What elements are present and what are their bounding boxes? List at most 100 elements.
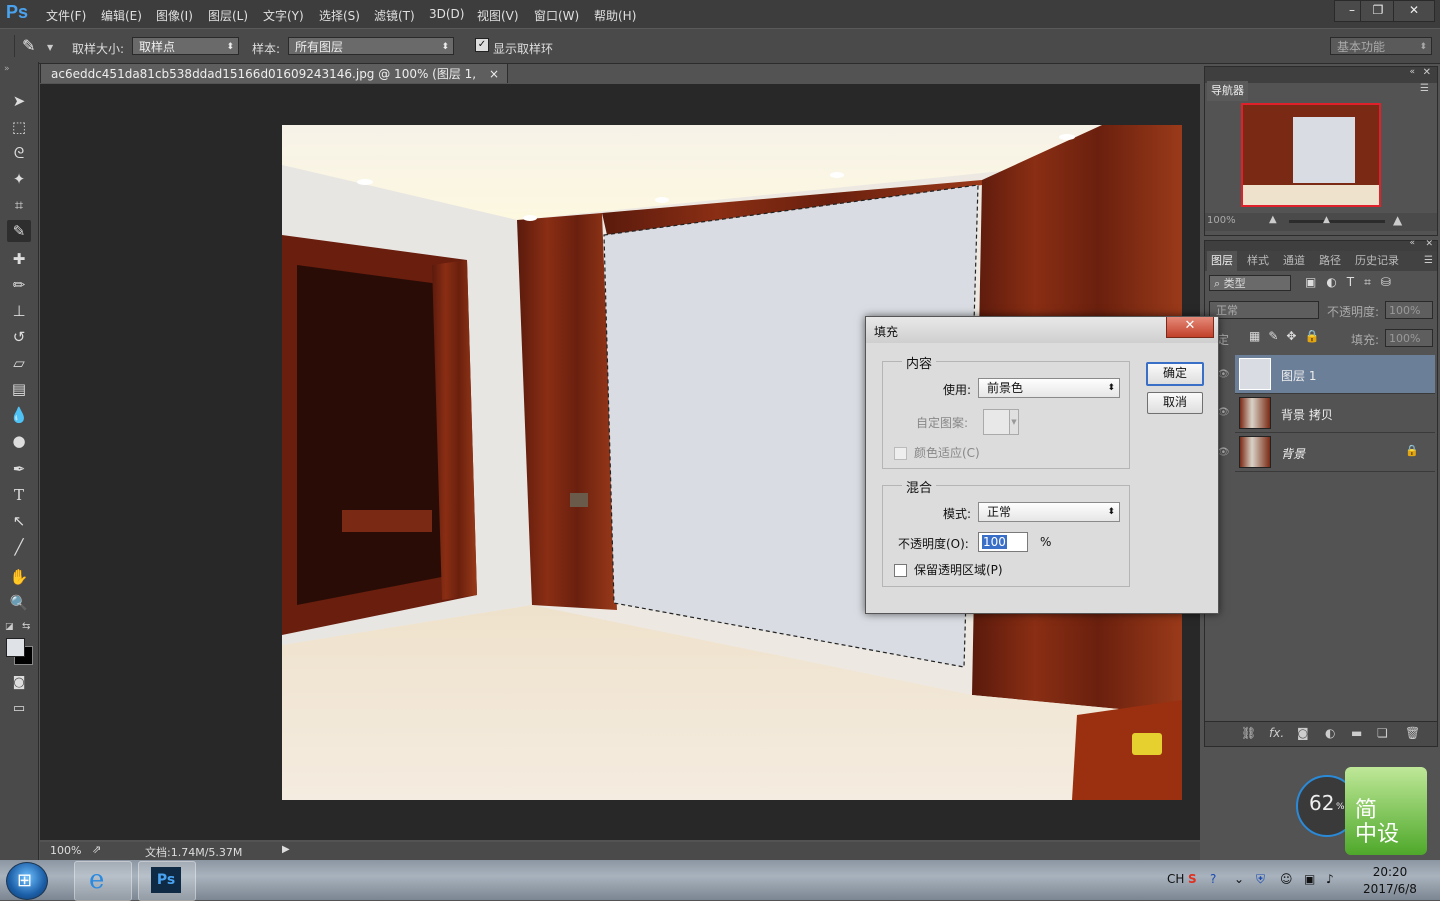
magic-wand-tool-icon[interactable]: ✦ xyxy=(7,168,31,190)
fx-icon[interactable]: fx. xyxy=(1269,726,1284,740)
layer-row[interactable]: 背景 🔒 xyxy=(1235,433,1435,472)
share-icon[interactable]: ⇗ xyxy=(92,843,101,856)
menu-image[interactable]: 图像(I) xyxy=(156,7,193,24)
tray-chevron-icon[interactable]: ⌄ xyxy=(1234,872,1244,886)
close-document-icon[interactable]: × xyxy=(489,64,499,84)
tab-navigator[interactable]: 导航器 xyxy=(1207,81,1248,101)
collapse-icon[interactable]: » xyxy=(4,64,10,74)
taskbar-photoshop[interactable]: Ps xyxy=(138,861,196,901)
taskbar-ie[interactable]: e xyxy=(74,861,132,901)
zoom-out-icon[interactable]: ▲ xyxy=(1269,214,1277,225)
foreground-color-swatch[interactable] xyxy=(6,638,25,657)
adjustment-icon[interactable]: ◐ xyxy=(1325,726,1335,740)
workspace-select[interactable]: 基本功能 ⬍ xyxy=(1330,37,1432,55)
qq-icon[interactable]: ☺ xyxy=(1280,872,1293,886)
help-icon[interactable]: ? xyxy=(1210,872,1216,886)
ok-button[interactable]: 确定 xyxy=(1146,362,1204,386)
marquee-tool-icon[interactable]: ⬚ xyxy=(7,116,31,138)
close-icon[interactable]: ✕ xyxy=(1425,239,1433,249)
menu-type[interactable]: 文字(Y) xyxy=(263,7,304,24)
swap-colors-icon[interactable]: ⇆ xyxy=(22,621,30,632)
folder-icon[interactable]: ▬ xyxy=(1351,726,1362,740)
history-brush-tool-icon[interactable]: ↺ xyxy=(7,326,31,348)
mode-select[interactable]: 正常 ⬍ xyxy=(978,502,1120,522)
filter-kind-select[interactable]: ⌕ 类型 xyxy=(1209,275,1291,291)
cancel-button[interactable]: 取消 xyxy=(1147,392,1203,414)
tab-channels[interactable]: 通道 xyxy=(1279,251,1309,271)
move-tool-icon[interactable]: ➤ xyxy=(7,90,31,112)
eyedropper-preset-icon[interactable]: ✎ xyxy=(22,36,35,55)
menu-window[interactable]: 窗口(W) xyxy=(534,7,579,24)
start-button[interactable]: ⊞ xyxy=(6,862,48,900)
clone-stamp-tool-icon[interactable]: ⊥ xyxy=(7,300,31,322)
close-icon[interactable]: ✕ xyxy=(1423,67,1431,78)
use-select[interactable]: 前景色 ⬍ xyxy=(978,378,1120,398)
dodge-tool-icon[interactable]: ● xyxy=(7,430,31,452)
screen-mode-icon[interactable]: ▭ xyxy=(7,698,31,720)
fill-field[interactable]: 100% xyxy=(1385,329,1433,347)
blur-tool-icon[interactable]: 💧 xyxy=(7,404,31,426)
gradient-tool-icon[interactable]: ▤ xyxy=(7,378,31,400)
restore-button[interactable]: ❐ xyxy=(1360,0,1396,22)
chevron-down-icon[interactable]: ▼ xyxy=(47,43,53,52)
opacity-field[interactable]: 100% xyxy=(1385,301,1433,319)
volume-icon[interactable]: ♪ xyxy=(1326,872,1334,886)
zoom-in-icon[interactable]: ▲ xyxy=(1393,213,1402,227)
pen-tool-icon[interactable]: ✒ xyxy=(7,458,31,480)
close-window-button[interactable]: ✕ xyxy=(1393,0,1435,22)
dialog-close-button[interactable]: ✕ xyxy=(1166,317,1214,338)
tab-paths[interactable]: 路径 xyxy=(1315,251,1345,271)
preserve-transparency-checkbox[interactable] xyxy=(894,564,907,577)
menu-help[interactable]: 帮助(H) xyxy=(594,7,636,24)
menu-view[interactable]: 视图(V) xyxy=(477,7,519,24)
eyedropper-tool-icon[interactable]: ✎ xyxy=(7,220,31,242)
clock[interactable]: 20:20 2017/6/8 xyxy=(1352,864,1428,898)
layer-name[interactable]: 背景 xyxy=(1281,445,1305,462)
crop-tool-icon[interactable]: ⌗ xyxy=(7,194,31,216)
tab-styles[interactable]: 样式 xyxy=(1243,251,1273,271)
sample-size-select[interactable]: 取样点 ⬍ xyxy=(132,37,239,55)
filter-icons[interactable]: ▣◐T⌗⛁ xyxy=(1305,275,1401,290)
opacity-input[interactable]: 100 xyxy=(978,532,1028,552)
line-tool-icon[interactable]: ╱ xyxy=(7,536,31,558)
mask-icon[interactable]: ◙ xyxy=(1297,726,1309,740)
collapse-icon[interactable]: « xyxy=(1409,67,1415,77)
show-ring-checkbox[interactable]: ✓ xyxy=(475,38,489,52)
default-colors-icon[interactable]: ◪ xyxy=(5,622,14,632)
blend-mode-select[interactable]: 正常 xyxy=(1209,301,1319,319)
document-tab[interactable]: ac6eddc451da81cb538ddad15166d01609243146… xyxy=(40,63,508,101)
lasso-tool-icon[interactable]: ᘓ xyxy=(7,142,31,164)
brush-tool-icon[interactable]: ✏ xyxy=(7,274,31,296)
collapse-icon[interactable]: « xyxy=(1409,238,1415,248)
layer-row[interactable]: 背景 拷贝 xyxy=(1235,394,1435,433)
panel-menu-icon[interactable]: ☰ xyxy=(1420,83,1429,94)
ime-indicator[interactable]: CH xyxy=(1167,872,1184,886)
healing-brush-tool-icon[interactable]: ✚ xyxy=(7,248,31,270)
trash-icon[interactable]: 🗑 xyxy=(1405,726,1420,740)
menu-edit[interactable]: 编辑(E) xyxy=(101,7,142,24)
panel-menu-icon[interactable]: ☰ xyxy=(1424,255,1433,266)
menu-layer[interactable]: 图层(L) xyxy=(208,7,248,24)
hand-tool-icon[interactable]: ✋ xyxy=(7,566,31,588)
sample-select[interactable]: 所有图层 ⬍ xyxy=(288,37,454,55)
tab-layers[interactable]: 图层 xyxy=(1207,251,1237,271)
menu-filter[interactable]: 滤镜(T) xyxy=(374,7,415,24)
menu-select[interactable]: 选择(S) xyxy=(319,7,360,24)
menu-3d[interactable]: 3D(D) xyxy=(429,7,464,21)
type-tool-icon[interactable]: T xyxy=(7,484,31,506)
network-icon[interactable]: ▣ xyxy=(1304,872,1315,886)
layer-row[interactable]: 图层 1 xyxy=(1235,355,1435,394)
link-icon[interactable]: ⛓ xyxy=(1241,726,1256,740)
menu-file[interactable]: 文件(F) xyxy=(46,7,86,24)
zoom-slider[interactable] xyxy=(1289,220,1385,223)
navigator-preview[interactable] xyxy=(1241,103,1381,207)
zoom-slider-handle[interactable]: ▲ xyxy=(1323,215,1330,225)
new-layer-icon[interactable]: ❏ xyxy=(1377,726,1388,740)
lock-icons[interactable]: ▦✎✥🔒 xyxy=(1249,329,1327,343)
zoom-level[interactable]: 100% xyxy=(50,844,81,857)
eraser-tool-icon[interactable]: ▱ xyxy=(7,352,31,374)
layer-name[interactable]: 背景 拷贝 xyxy=(1281,406,1333,423)
tab-history[interactable]: 历史记录 xyxy=(1351,251,1403,271)
shield-icon[interactable]: ⛨ xyxy=(1256,872,1265,887)
quick-mask-icon[interactable]: ◙ xyxy=(7,672,31,694)
